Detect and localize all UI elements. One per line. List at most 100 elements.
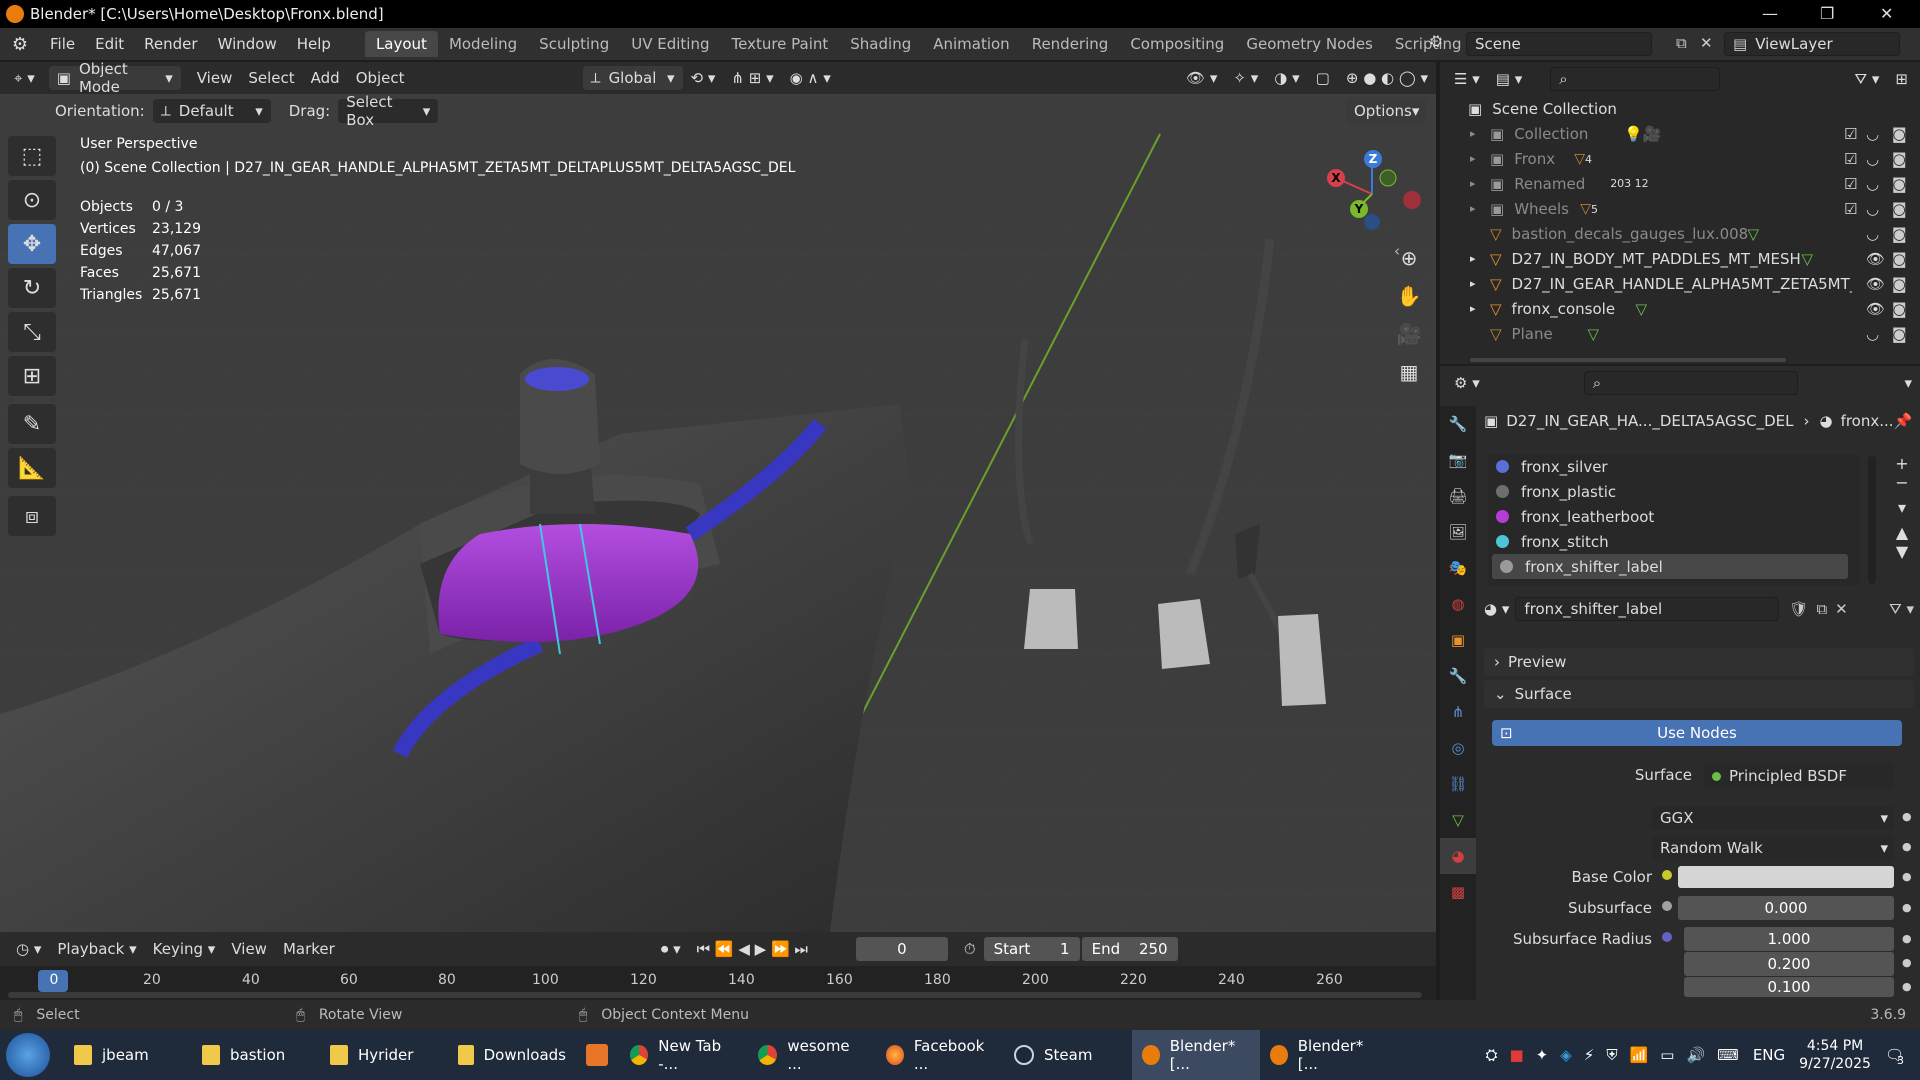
drag-dropdown[interactable]: Select Box ▾ — [338, 93, 439, 129]
playback-controls[interactable]: ⏮ ⏪ ◀ ▶ ⏩ ⏭ — [689, 937, 816, 961]
render-camera-icon[interactable]: ◙ — [1892, 250, 1907, 268]
subsurface-field[interactable]: 0.000 — [1678, 896, 1894, 920]
material-slot[interactable]: fronx_stitch — [1488, 529, 1860, 554]
texture-tab-icon[interactable]: ▩ — [1440, 874, 1476, 910]
start-button[interactable] — [6, 1033, 50, 1077]
expand-arrow-icon[interactable]: ▸ — [1470, 127, 1490, 140]
expand-arrow-icon[interactable]: ▸ — [1470, 177, 1490, 190]
proportional-edit-icon[interactable]: ◉ ∧ ▾ — [782, 66, 839, 90]
notification-icon[interactable]: 🗨 3 — [1885, 1046, 1904, 1067]
preview-panel-header[interactable]: › Preview — [1484, 648, 1914, 676]
material-slot[interactable]: fronx_leatherboot — [1488, 504, 1860, 529]
zoom-icon[interactable]: ⊕ — [1394, 246, 1424, 284]
expand-arrow-icon[interactable]: ▸ — [1470, 277, 1490, 290]
select-box-tool-icon[interactable]: ⬚ — [8, 136, 56, 176]
visibility-icon[interactable]: 👁 ▾ — [1178, 66, 1225, 90]
timeline-editor-icon[interactable]: ◷ ▾ — [8, 937, 49, 961]
outliner-search-input[interactable]: ⌕ — [1550, 67, 1721, 91]
marker-menu[interactable]: Marker — [275, 937, 343, 961]
taskbar-item-media[interactable] — [576, 1030, 620, 1080]
move-tool-icon[interactable]: ✥ — [8, 224, 56, 264]
filter-icon[interactable]: ⛛ ▾ — [1847, 67, 1888, 91]
expand-arrow-icon[interactable]: ▸ — [1470, 152, 1490, 165]
checkbox-icon[interactable]: ☑ — [1844, 150, 1857, 168]
outliner-root[interactable]: ▣ Scene Collection — [1440, 96, 1920, 121]
keyframe-dot-icon[interactable]: ● — [1902, 810, 1912, 823]
taskbar-item-blender-active[interactable]: Blender* [... — [1132, 1030, 1260, 1080]
new-collection-icon[interactable]: ⊞ — [1887, 67, 1916, 91]
shading-modes[interactable]: ⊕ ● ◐ ◯ ▾ — [1338, 66, 1436, 90]
render-tab-icon[interactable]: 📷 — [1440, 442, 1476, 478]
outliner-item[interactable]: ▸ ▽ fronx_console ▽ 👁 ◙ — [1440, 296, 1920, 321]
outliner-item[interactable]: ▽ bastion_decals_gauges_lux.008 ▽ ◡ ◙ — [1440, 221, 1920, 246]
menu-edit[interactable]: Edit — [85, 28, 134, 60]
tab-scripting[interactable]: Scripting — [1384, 31, 1473, 57]
add-cube-tool-icon[interactable]: ⧈ — [8, 496, 56, 536]
taskbar-item-hyrider[interactable]: Hyrider — [320, 1030, 448, 1080]
taskbar-item-jbeam[interactable]: jbeam — [64, 1030, 192, 1080]
tool-tab-icon[interactable]: 🔧 — [1440, 406, 1476, 442]
overlay-toggle-icon[interactable]: ◑ ▾ — [1266, 66, 1307, 90]
tab-geometry-nodes[interactable]: Geometry Nodes — [1235, 31, 1384, 57]
tab-modeling[interactable]: Modeling — [438, 31, 528, 57]
maximize-button[interactable]: ❐ — [1820, 4, 1834, 23]
keyframe-dot-icon[interactable]: ● — [1902, 840, 1912, 853]
display-mode-icon[interactable]: ▤ ▾ — [1488, 67, 1530, 91]
subsurface-radius-y[interactable]: 0.200 — [1684, 952, 1894, 976]
use-nodes-button[interactable]: ⊡ Use Nodes — [1492, 720, 1902, 746]
keyframe-dot-icon[interactable]: ● — [1902, 901, 1912, 914]
render-camera-icon[interactable]: ◙ — [1892, 275, 1907, 293]
network-icon[interactable]: 📶 — [1630, 1046, 1649, 1064]
gizmo-z[interactable]: Z — [1364, 150, 1382, 168]
gizmo-y[interactable]: Y — [1350, 200, 1368, 218]
scene-selector[interactable]: Scene — [1466, 32, 1652, 56]
visibility-icon[interactable]: ◡ — [1866, 325, 1879, 343]
outliner-item[interactable]: ▸ ▣ Collection 💡🎥 ☑ ◡ ◙ — [1440, 121, 1920, 146]
current-frame-field[interactable]: 0 — [855, 937, 948, 961]
visibility-icon[interactable]: ◡ — [1866, 125, 1879, 143]
stopwatch-icon[interactable]: ⏱ — [956, 937, 984, 961]
menu-select[interactable]: Select — [240, 66, 302, 90]
taskbar-item-chrome-2[interactable]: wesome ... — [748, 1030, 876, 1080]
taskbar-item-downloads[interactable]: Downloads — [448, 1030, 576, 1080]
menu-window[interactable]: Window — [208, 28, 287, 60]
fake-user-icon[interactable]: 🛡 — [1789, 600, 1808, 618]
menu-file[interactable]: File — [40, 28, 85, 60]
tab-compositing[interactable]: Compositing — [1119, 31, 1235, 57]
tab-sculpting[interactable]: Sculpting — [528, 31, 620, 57]
pivot-icon[interactable]: ⟲ ▾ — [683, 66, 724, 90]
scene-tab-icon[interactable]: 🎭 — [1440, 550, 1476, 586]
keyframe-dot-icon[interactable]: ● — [1902, 980, 1912, 993]
world-tab-icon[interactable]: ◍ — [1440, 586, 1476, 622]
link-filter-icon[interactable]: ⛛ ▾ — [1889, 600, 1914, 618]
render-camera-icon[interactable]: ◙ — [1892, 175, 1907, 193]
render-camera-icon[interactable]: ◙ — [1892, 325, 1907, 343]
material-tab-icon[interactable]: ◕ — [1440, 838, 1476, 874]
navigation-gizmo[interactable]: Z X Y — [1326, 140, 1426, 240]
outliner-item[interactable]: ▸ ▣ Renamed 203 12 ☑ ◡ ◙ — [1440, 171, 1920, 196]
gizmo-x[interactable]: X — [1327, 169, 1345, 187]
visibility-icon[interactable]: ◡ — [1866, 225, 1879, 243]
visibility-icon[interactable]: ◡ — [1866, 150, 1879, 168]
editor-type-icon[interactable]: ⌖ ▾ — [6, 66, 43, 90]
tab-layout[interactable]: Layout — [364, 31, 438, 57]
pan-hand-icon[interactable]: ✋ — [1394, 284, 1424, 322]
timeline-view-menu[interactable]: View — [223, 937, 275, 961]
steam-tray-icon[interactable]: ⛭ — [1485, 1046, 1497, 1064]
physics-tab-icon[interactable]: ◎ — [1440, 730, 1476, 766]
outliner-item[interactable]: ▽ Plane ▽ ◡ ◙ — [1440, 321, 1920, 346]
material-slot[interactable]: fronx_silver — [1488, 454, 1860, 479]
outliner-scrollbar[interactable] — [1470, 358, 1786, 362]
cursor-tool-icon[interactable]: ⊙ — [8, 180, 56, 220]
render-camera-icon[interactable]: ◙ — [1892, 200, 1907, 218]
options-dropdown[interactable]: Options ▾ — [1346, 99, 1426, 123]
menu-help[interactable]: Help — [287, 28, 341, 60]
menu-render[interactable]: Render — [134, 28, 207, 60]
annotate-tool-icon[interactable]: ✎ — [8, 404, 56, 444]
gizmo-toggle-icon[interactable]: ✧ ▾ — [1225, 66, 1266, 90]
material-browse-icon[interactable]: ◕ ▾ — [1484, 600, 1509, 618]
constraints-tab-icon[interactable]: ⛓ — [1440, 766, 1476, 802]
taskbar-item-chrome[interactable]: New Tab -... — [620, 1030, 748, 1080]
distribution-dropdown[interactable]: GGX ▾ — [1652, 806, 1894, 830]
remove-slot-icon[interactable]: − — [1890, 473, 1914, 492]
